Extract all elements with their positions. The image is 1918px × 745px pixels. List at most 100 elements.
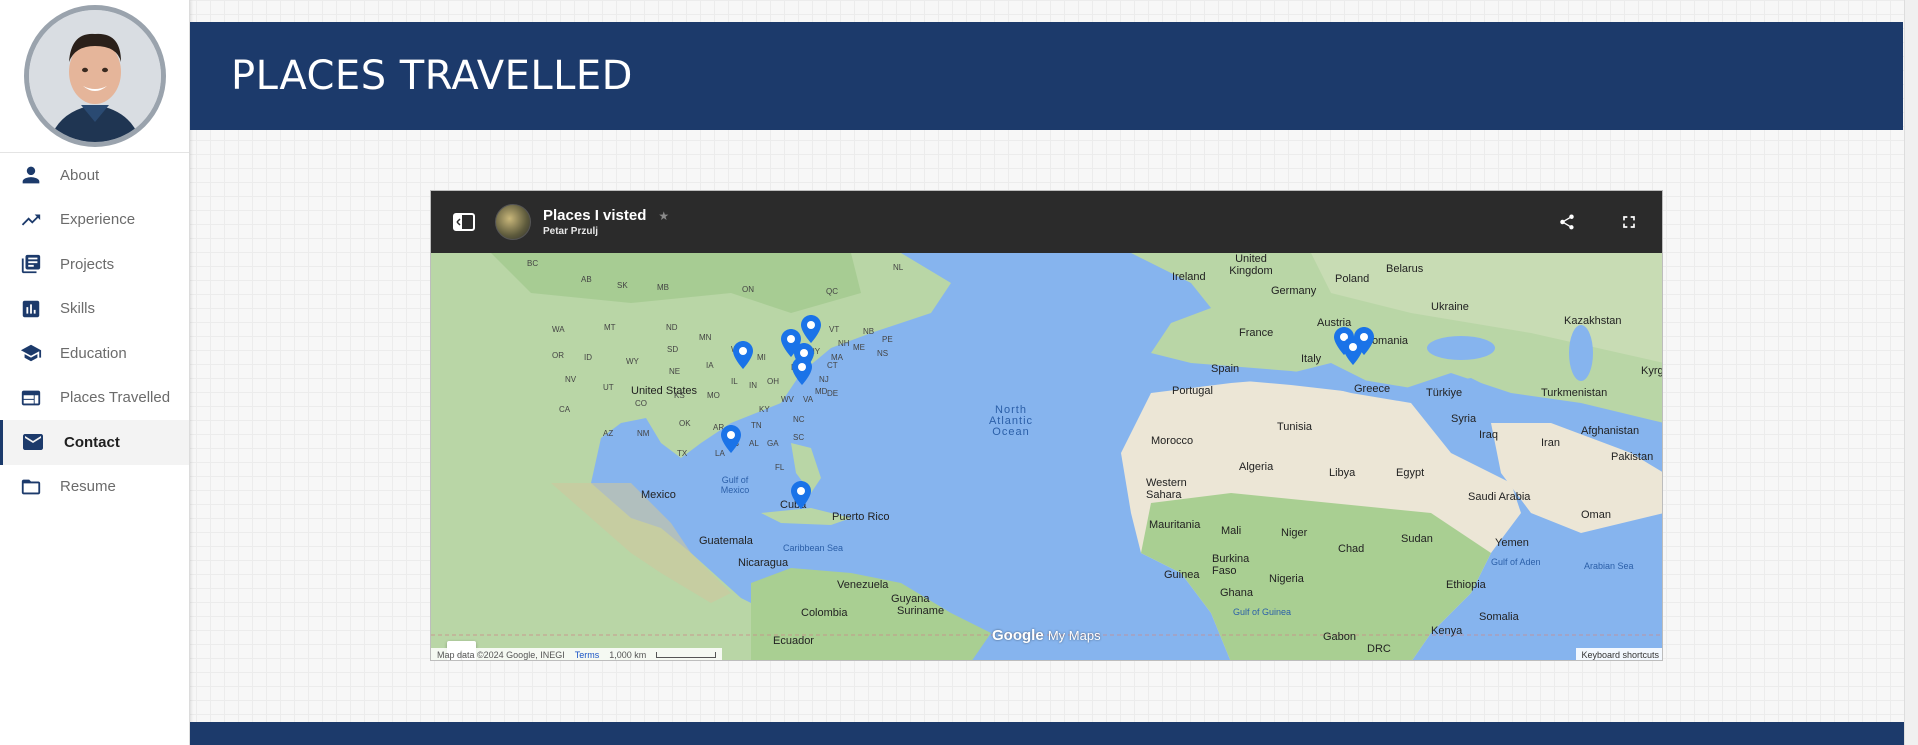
state-label: MB — [657, 283, 669, 292]
map-label: Belarus — [1386, 263, 1424, 275]
share-button[interactable] — [1552, 207, 1582, 237]
profile-section — [0, 0, 189, 153]
map-label: Sudan — [1401, 533, 1433, 545]
sidebar-nav: About Experience Projects Skills Educati… — [0, 153, 189, 509]
map-label: North Atlantic Ocean — [988, 404, 1034, 438]
sidebar-item-experience[interactable]: Experience — [0, 198, 189, 243]
sidebar-item-contact[interactable]: Contact — [0, 420, 189, 465]
map-marker[interactable] — [801, 315, 821, 343]
scale-label: 1,000 km — [609, 650, 647, 660]
map-label: Pakistan — [1611, 451, 1654, 463]
state-label: NC — [793, 415, 805, 424]
state-label: OK — [679, 419, 691, 428]
state-label: KY — [759, 405, 770, 414]
map-canvas[interactable]: United Kingdom Ireland Belarus Poland Ge… — [431, 253, 1662, 660]
map-label: Yemen — [1495, 537, 1529, 549]
map-embed[interactable]: Places I visted ★ Petar Przulj United Ki… — [430, 190, 1663, 661]
state-label: KS — [674, 391, 685, 400]
map-title-block: Places I visted ★ Petar Przulj — [543, 207, 669, 237]
sidebar-item-places-travelled[interactable]: Places Travelled — [0, 376, 189, 421]
map-label: France — [1239, 327, 1274, 339]
map-label: Ukraine — [1431, 301, 1469, 313]
map-label: Greece — [1354, 383, 1391, 395]
scrollbar[interactable] — [1904, 0, 1918, 745]
fullscreen-button[interactable] — [1614, 207, 1644, 237]
map-label: Ghana — [1220, 587, 1254, 599]
map-marker[interactable] — [733, 341, 753, 369]
state-label: BC — [527, 259, 539, 268]
state-label: NE — [669, 367, 681, 376]
map-label: Somalia — [1479, 611, 1519, 623]
map-label: Poland — [1335, 273, 1370, 285]
terms-link[interactable]: Terms — [575, 650, 600, 660]
map-label: Suriname — [897, 605, 945, 617]
state-label: WY — [626, 357, 639, 366]
state-label: NB — [863, 327, 875, 336]
star-icon[interactable]: ★ — [658, 209, 669, 223]
sidebar-item-about[interactable]: About — [0, 153, 189, 198]
state-label: ON — [742, 285, 754, 294]
state-label: CA — [559, 405, 571, 414]
map-label: Puerto Rico — [832, 511, 890, 523]
logo-google-text: Google — [992, 627, 1044, 644]
sidebar-item-resume[interactable]: Resume — [0, 465, 189, 510]
map-label: Portugal — [1172, 385, 1213, 397]
legend-toggle-button[interactable] — [449, 207, 479, 237]
avatar — [23, 5, 166, 147]
map-label: Spain — [1211, 363, 1240, 375]
map-label: Kazakhstan — [1564, 315, 1622, 327]
map-label: United Kingdom — [1229, 253, 1273, 277]
state-label: WA — [552, 325, 565, 334]
map-label: Mexico — [641, 489, 676, 501]
state-label: MD — [815, 387, 828, 396]
map-label: Guinea — [1164, 569, 1200, 581]
sidebar-item-skills[interactable]: Skills — [0, 287, 189, 332]
state-label: IL — [731, 377, 738, 386]
google-my-maps-logo: Google My Maps — [992, 627, 1101, 644]
map-label: Germany — [1271, 285, 1317, 297]
share-icon — [1560, 214, 1574, 230]
map-author: Petar Przulj — [543, 226, 599, 237]
state-label: VT — [829, 325, 840, 334]
map-label: Libya — [1329, 467, 1356, 479]
map-label: United States — [631, 385, 698, 397]
bar-chart-icon — [18, 296, 44, 322]
map-label: Oman — [1581, 509, 1611, 521]
map-marker[interactable] — [721, 425, 741, 453]
map-marker[interactable] — [792, 357, 812, 385]
map-label: Nicaragua — [738, 557, 789, 569]
state-label: CT — [827, 361, 838, 370]
keyboard-shortcuts-button[interactable]: Keyboard shortcuts — [1576, 648, 1662, 660]
sidebar-item-label: Places Travelled — [60, 389, 171, 407]
state-label: OR — [552, 351, 564, 360]
state-label: IA — [706, 361, 714, 370]
sidebar-item-education[interactable]: Education — [0, 331, 189, 376]
school-icon — [18, 340, 44, 366]
state-label: UT — [603, 383, 614, 392]
map-label: Gulf of Guinea — [1233, 607, 1292, 617]
map-label: Saudi Arabia — [1468, 491, 1531, 503]
sidebar-item-projects[interactable]: Projects — [0, 242, 189, 287]
state-label: MT — [604, 323, 616, 332]
map-label: Mali — [1221, 525, 1242, 537]
state-label: MO — [707, 391, 720, 400]
map-label: Ethiopia — [1446, 579, 1486, 591]
folder-icon — [18, 474, 44, 500]
map-label: Niger — [1281, 527, 1308, 539]
state-label: ID — [584, 353, 592, 362]
map-labels: United Kingdom Ireland Belarus Poland Ge… — [431, 253, 1662, 660]
map-label: Gulf of Mexico — [720, 475, 750, 495]
state-label: DE — [827, 389, 839, 398]
state-label: AB — [581, 275, 592, 284]
map-marker[interactable] — [791, 481, 811, 509]
footer-bar — [190, 722, 1918, 745]
map-label: Iran — [1541, 437, 1560, 449]
map-label: Morocco — [1151, 435, 1194, 447]
state-label: TN — [751, 421, 762, 430]
state-label: SC — [793, 433, 805, 442]
state-label: CO — [635, 399, 647, 408]
map-label: Mauritania — [1149, 519, 1201, 531]
map-label: Iraq — [1479, 429, 1498, 441]
map-label: Caribbean Sea — [783, 543, 844, 553]
map-marker[interactable] — [1354, 327, 1374, 355]
